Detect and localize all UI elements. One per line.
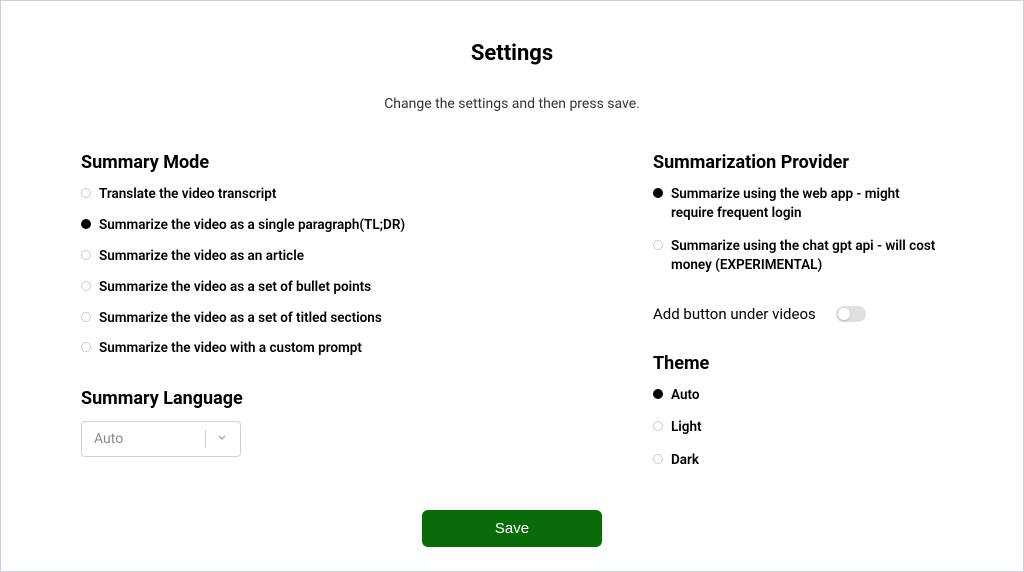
summary-mode-label: Summarize the video as a set of bullet p…: [99, 278, 371, 297]
summary-mode-option[interactable]: Translate the video transcript: [81, 185, 573, 204]
summary-mode-title: Summary Mode: [81, 152, 573, 173]
toggle-knob: [838, 308, 850, 320]
summary-mode-label: Summarize the video as a set of titled s…: [99, 309, 382, 328]
theme-title: Theme: [653, 353, 943, 374]
provider-option[interactable]: Summarize using the web app - might requ…: [653, 185, 943, 223]
summary-language-title: Summary Language: [81, 388, 573, 409]
radio-icon: [653, 454, 663, 464]
summary-mode-group: Translate the video transcript Summarize …: [81, 185, 573, 358]
provider-label: Summarize using the web app - might requ…: [671, 185, 943, 223]
provider-option[interactable]: Summarize using the chat gpt api - will …: [653, 237, 943, 275]
theme-option[interactable]: Auto: [653, 386, 943, 405]
theme-group: Auto Light Dark: [653, 386, 943, 471]
page-subtitle: Change the settings and then press save.: [81, 96, 943, 112]
summary-mode-label: Summarize the video as an article: [99, 247, 304, 266]
summary-mode-label: Summarize the video with a custom prompt: [99, 339, 362, 358]
provider-label: Summarize using the chat gpt api - will …: [671, 237, 943, 275]
theme-option[interactable]: Dark: [653, 451, 943, 470]
save-button[interactable]: Save: [422, 510, 602, 547]
provider-title: Summarization Provider: [653, 152, 943, 173]
summary-language-select[interactable]: Auto: [81, 421, 241, 457]
radio-icon: [81, 188, 91, 198]
summary-mode-option[interactable]: Summarize the video as a single paragrap…: [81, 216, 573, 235]
select-divider: [205, 430, 206, 448]
summary-language-value: Auto: [94, 431, 123, 447]
summary-mode-option[interactable]: Summarize the video with a custom prompt: [81, 339, 573, 358]
summary-mode-label: Summarize the video as a single paragrap…: [99, 216, 405, 235]
radio-icon: [653, 188, 663, 198]
theme-option[interactable]: Light: [653, 418, 943, 437]
summary-mode-option[interactable]: Summarize the video as a set of bullet p…: [81, 278, 573, 297]
radio-icon: [653, 421, 663, 431]
radio-icon: [81, 219, 91, 229]
radio-icon: [653, 389, 663, 399]
add-button-label: Add button under videos: [653, 305, 816, 323]
radio-icon: [81, 342, 91, 352]
summary-mode-option[interactable]: Summarize the video as a set of titled s…: [81, 309, 573, 328]
provider-group: Summarize using the web app - might requ…: [653, 185, 943, 275]
theme-label: Auto: [671, 386, 699, 405]
theme-label: Light: [671, 418, 702, 437]
summary-mode-option[interactable]: Summarize the video as an article: [81, 247, 573, 266]
page-title: Settings: [81, 41, 943, 66]
add-button-toggle[interactable]: [836, 306, 866, 322]
radio-icon: [81, 250, 91, 260]
chevron-down-icon: [216, 431, 228, 447]
theme-label: Dark: [671, 451, 699, 470]
summary-mode-label: Translate the video transcript: [99, 185, 276, 204]
radio-icon: [653, 240, 663, 250]
radio-icon: [81, 312, 91, 322]
radio-icon: [81, 281, 91, 291]
